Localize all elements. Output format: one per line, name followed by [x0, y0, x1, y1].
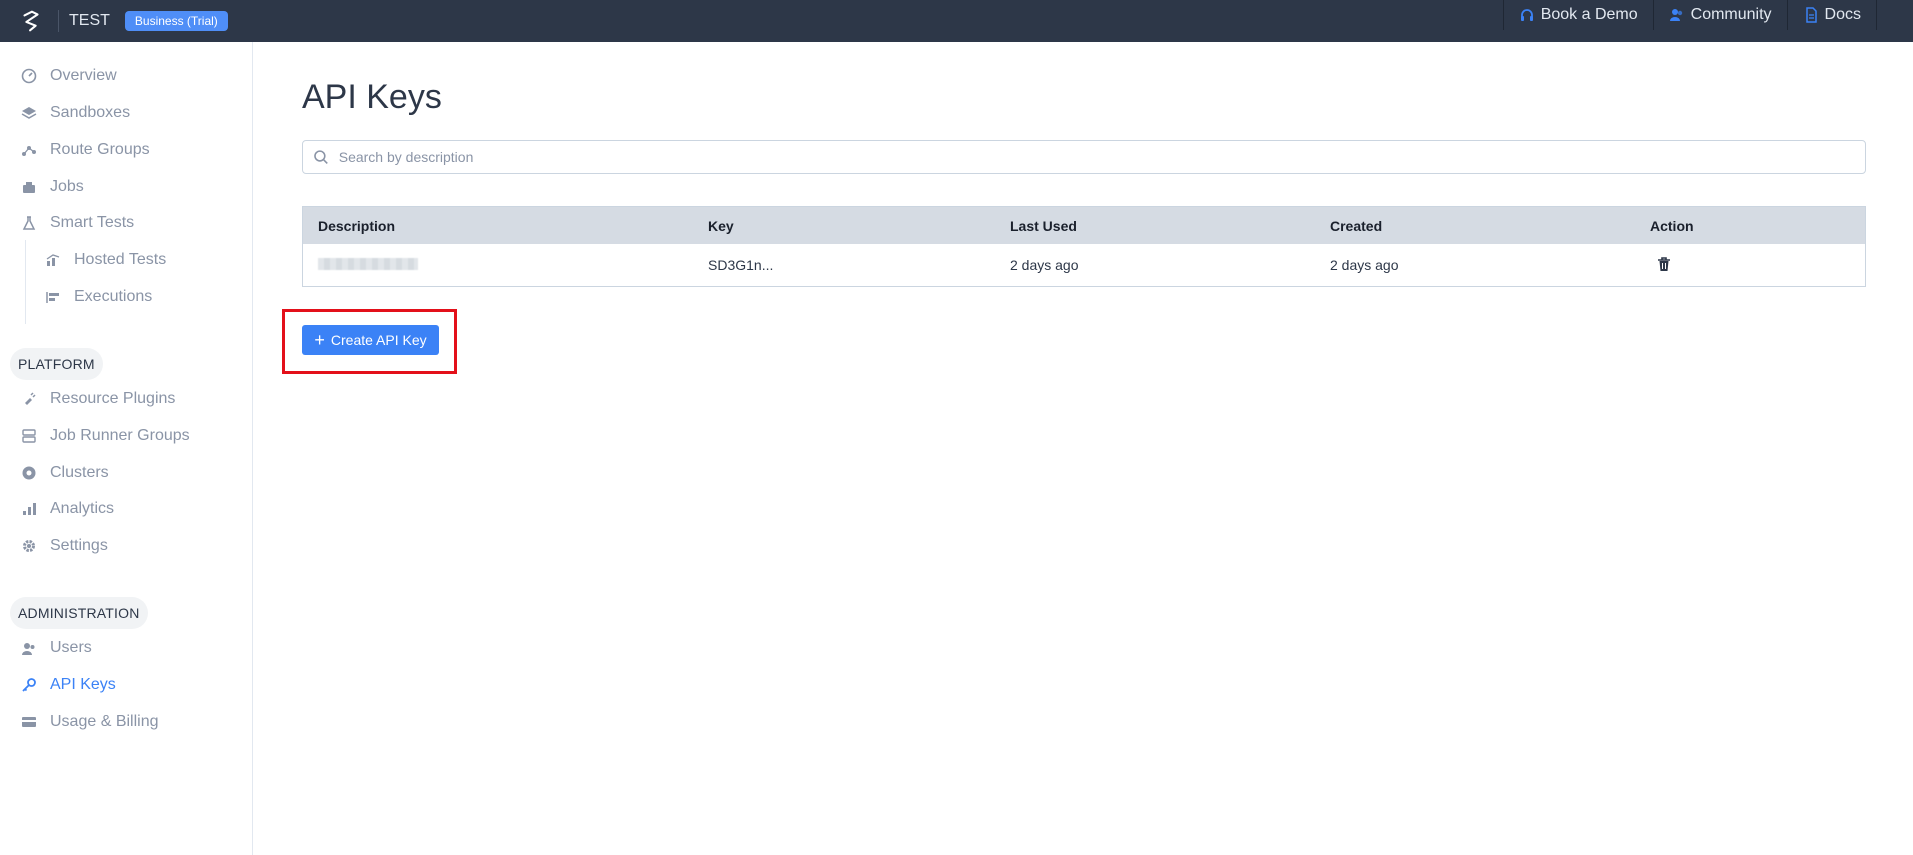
chart-icon [44, 251, 62, 269]
sidebar-item-route-groups[interactable]: Route Groups [20, 138, 150, 162]
cluster-icon [20, 464, 38, 482]
search-input[interactable] [338, 149, 1865, 165]
sidebar-item-users[interactable]: Users [20, 636, 92, 660]
users-icon [20, 639, 38, 657]
gear-icon [20, 537, 38, 555]
sidebar-item-clusters[interactable]: Clusters [20, 461, 109, 485]
top-nav-links: Book a Demo Community Docs [1502, 0, 1877, 30]
divider [58, 10, 59, 32]
sidebar-item-analytics[interactable]: Analytics [20, 497, 114, 521]
sidebar-item-executions[interactable]: Executions [44, 285, 152, 309]
bar-chart-icon [20, 500, 38, 518]
top-navbar: TEST Business (Trial) Book a Demo Commun… [0, 0, 1913, 42]
last-used-cell: 2 days ago [1010, 257, 1079, 273]
api-keys-table: Description Key Last Used Created Action… [302, 206, 1866, 287]
flask-icon [20, 214, 38, 232]
trash-icon[interactable] [1656, 256, 1672, 272]
sidebar-item-label: Users [50, 639, 92, 656]
sidebar-item-label: API Keys [50, 676, 116, 693]
gauge-icon [20, 67, 38, 85]
jobs-icon [20, 178, 38, 196]
sidebar-item-label: Smart Tests [50, 214, 135, 231]
book-demo-label: Book a Demo [1540, 6, 1638, 23]
administration-section-label: ADMINISTRATION [10, 597, 148, 629]
credit-card-icon [20, 713, 38, 731]
sidebar: Overview Sandboxes Route Groups Jobs Sma… [0, 42, 253, 855]
community-link[interactable]: Community [1652, 0, 1787, 30]
table-header: Description Key Last Used Created Action [303, 207, 1865, 244]
sidebar-item-label: Analytics [50, 500, 115, 517]
route-icon [20, 141, 38, 159]
platform-section-label: PLATFORM [10, 348, 103, 380]
sidebar-item-label: Jobs [50, 178, 84, 195]
column-header-action: Action [1650, 217, 1694, 234]
search-icon [314, 150, 328, 164]
sidebar-item-smart-tests[interactable]: Smart Tests [20, 211, 134, 235]
sidebar-item-overview[interactable]: Overview [20, 64, 117, 88]
sidebar-item-settings[interactable]: Settings [20, 534, 108, 558]
redacted-description [318, 258, 418, 270]
create-api-key-button[interactable]: + Create API Key [302, 325, 439, 355]
plug-icon [20, 390, 38, 408]
sidebar-item-label: Route Groups [50, 141, 150, 158]
sidebar-item-label: Resource Plugins [50, 390, 176, 407]
column-header-key[interactable]: Key [708, 218, 1010, 234]
search-box[interactable] [302, 140, 1866, 174]
key-icon [20, 676, 38, 694]
sidebar-item-label: Sandboxes [50, 104, 131, 121]
created-cell: 2 days ago [1330, 257, 1399, 273]
sidebar-item-jobs[interactable]: Jobs [20, 175, 84, 199]
sidebar-item-usage-billing[interactable]: Usage & Billing [20, 710, 159, 734]
action-cell [1650, 256, 1850, 275]
plus-icon: + [314, 330, 325, 350]
page-title: API Keys [302, 78, 442, 116]
sidebar-item-label: Hosted Tests [74, 251, 167, 268]
key-cell: SD3G1n... [708, 257, 774, 273]
sidebar-item-label: Clusters [50, 464, 109, 481]
sidebar-item-job-runner-groups[interactable]: Job Runner Groups [20, 424, 190, 448]
server-icon [20, 427, 38, 445]
table-row: SD3G1n... 2 days ago 2 days ago [303, 244, 1865, 286]
sidebar-item-label: Usage & Billing [50, 713, 159, 730]
submenu-line [25, 240, 26, 324]
sidebar-item-hosted-tests[interactable]: Hosted Tests [44, 248, 166, 272]
plan-badge: Business (Trial) [124, 11, 228, 31]
document-icon [1805, 7, 1817, 23]
sidebar-item-label: Settings [50, 537, 108, 554]
sidebar-item-label: Executions [74, 288, 153, 305]
logo-icon[interactable] [16, 6, 46, 36]
community-label: Community [1690, 6, 1772, 23]
sidebar-item-resource-plugins[interactable]: Resource Plugins [20, 387, 175, 411]
sidebar-item-label: Job Runner Groups [50, 427, 190, 444]
column-header-last-used[interactable]: Last Used [1010, 218, 1330, 234]
headset-icon [1520, 9, 1533, 21]
column-header-description[interactable]: Description [303, 218, 708, 234]
docs-link[interactable]: Docs [1786, 0, 1877, 30]
org-name[interactable]: TEST [69, 12, 110, 30]
docs-label: Docs [1824, 6, 1861, 23]
sidebar-item-sandboxes[interactable]: Sandboxes [20, 101, 130, 125]
description-cell [303, 257, 708, 273]
column-header-created[interactable]: Created [1330, 218, 1650, 234]
book-demo-link[interactable]: Book a Demo [1502, 0, 1653, 30]
layers-icon [20, 104, 38, 122]
create-api-key-label: Create API Key [330, 332, 427, 348]
sidebar-item-api-keys[interactable]: API Keys [20, 673, 116, 697]
sidebar-item-label: Overview [50, 67, 117, 84]
executions-icon [44, 288, 62, 306]
users-icon [1669, 9, 1682, 21]
